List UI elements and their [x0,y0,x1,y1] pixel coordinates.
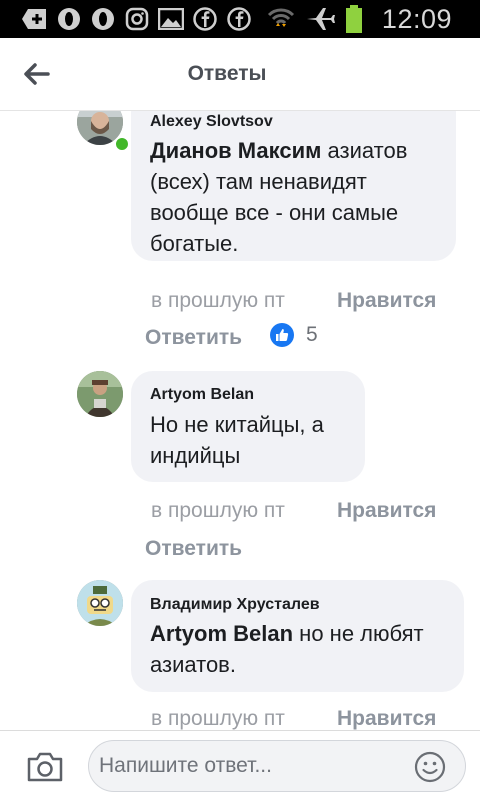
reply-button[interactable]: Ответить [145,326,242,350]
avatar[interactable] [77,580,123,626]
mention-link[interactable]: Artyom Belan [150,621,293,646]
online-status-dot [114,136,130,152]
opera-icon [56,7,82,31]
like-button[interactable]: Нравится [337,707,436,730]
avatar[interactable] [77,371,123,417]
app-header: Ответы [0,38,480,111]
facebook-icon [192,7,218,31]
smiley-icon [414,751,446,783]
comment: Alexey Slovtsov Дианов Максим азиатов (в… [0,111,480,349]
reply-input[interactable] [88,740,466,792]
mention-link[interactable]: Дианов Максим [150,138,321,163]
comment-author[interactable]: Владимир Хрусталев [150,596,320,614]
airplane-mode-icon [304,7,336,31]
comment: Artyom Belan Но не китайцы, а индийцы в … [0,371,480,571]
emoji-button[interactable] [414,751,446,783]
reply-composer [0,730,480,801]
camera-icon [27,752,63,782]
opera-icon [90,7,116,31]
comment-text: Но не китайцы, а индийцы [150,412,324,468]
page-title: Ответы [187,62,267,85]
comment-timestamp: в прошлую пт [151,499,285,522]
facebook-icon [226,7,252,31]
comment-author[interactable]: Alexey Slovtsov [150,113,273,131]
camera-button[interactable] [26,751,64,783]
gallery-icon [158,7,184,31]
like-icon [270,323,294,347]
comment: Владимир Хрусталев Artyom Belan но не лю… [0,580,480,730]
status-bar: 12:09 [0,0,480,38]
reaction-count: 5 [306,323,318,346]
notification-plus-icon [22,7,48,31]
reply-button[interactable]: Ответить [145,537,242,561]
comment-timestamp: в прошлую пт [151,289,285,312]
comment-bubble[interactable]: Artyom Belan Но не китайцы, а индийцы [131,371,365,482]
comment-author[interactable]: Artyom Belan [150,386,254,404]
like-button[interactable]: Нравится [337,289,436,313]
comment-text: Дианов Максим азиатов (всех) там ненавид… [150,135,450,259]
instagram-icon [124,7,150,31]
replies-list[interactable]: Alexey Slovtsov Дианов Максим азиатов (в… [0,111,480,730]
comment-bubble[interactable]: Владимир Хрусталев Artyom Belan но не лю… [131,580,464,692]
wifi-icon [266,7,296,31]
clock: 12:09 [381,3,452,34]
comment-bubble[interactable]: Alexey Slovtsov Дианов Максим азиатов (в… [131,111,456,261]
reactions-summary[interactable]: 5 [270,323,318,347]
comment-text: Artyom Belan но не любят азиатов. [150,618,455,680]
like-button[interactable]: Нравится [337,499,436,523]
battery-icon [344,5,364,33]
comment-timestamp: в прошлую пт [151,707,285,730]
